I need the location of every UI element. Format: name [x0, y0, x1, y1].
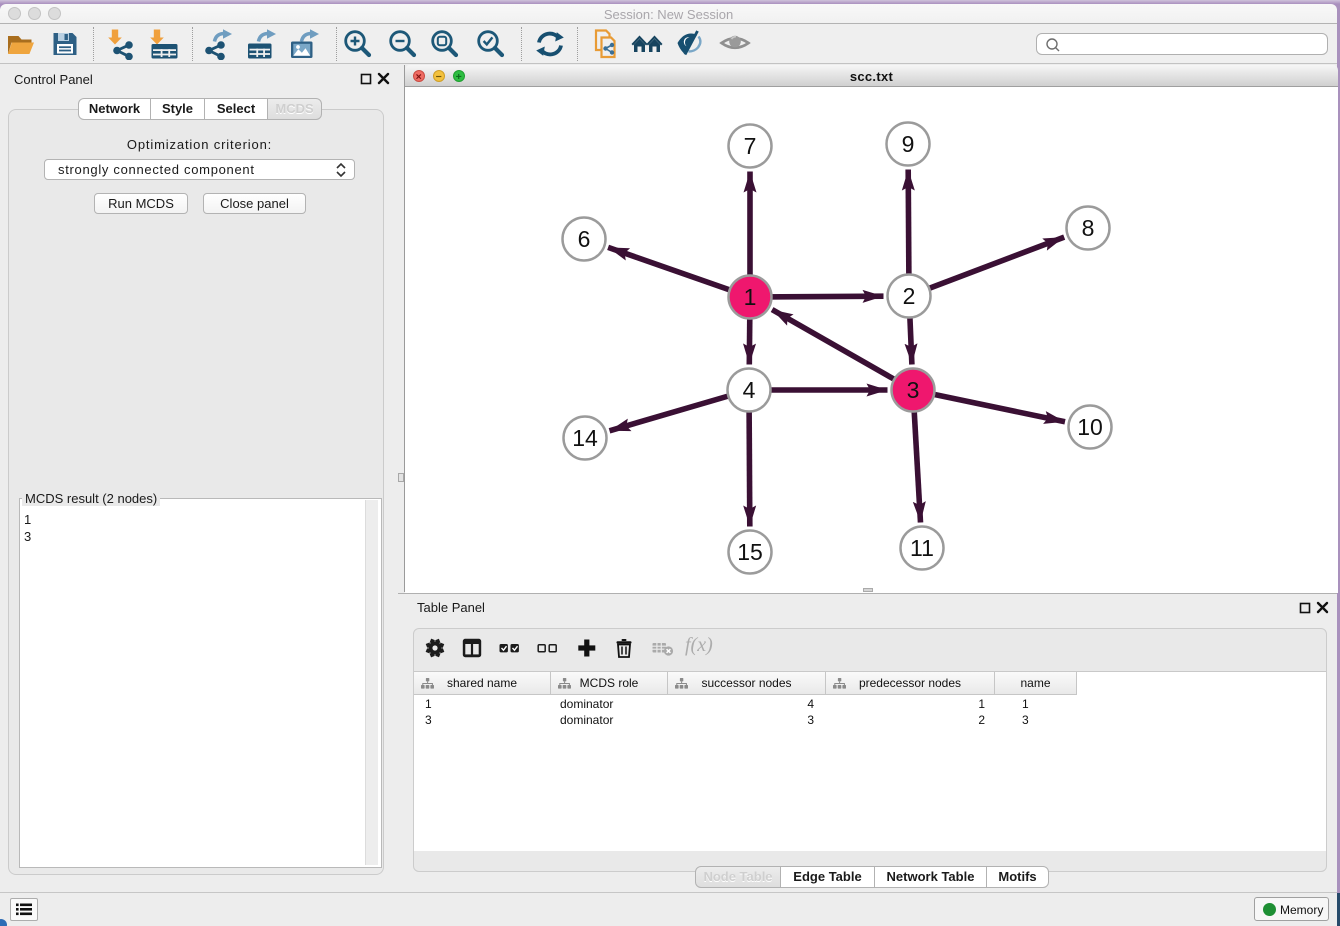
- svg-text:3: 3: [907, 377, 920, 403]
- svg-text:9: 9: [902, 131, 915, 157]
- svg-text:14: 14: [572, 425, 598, 451]
- svg-text:10: 10: [1077, 414, 1103, 440]
- svg-text:8: 8: [1082, 215, 1095, 241]
- svg-text:15: 15: [737, 539, 763, 565]
- svg-text:11: 11: [910, 535, 934, 561]
- svg-text:1: 1: [744, 284, 757, 310]
- svg-text:6: 6: [578, 226, 591, 252]
- svg-text:4: 4: [743, 377, 756, 403]
- svg-text:7: 7: [744, 133, 757, 159]
- svg-text:2: 2: [903, 283, 916, 309]
